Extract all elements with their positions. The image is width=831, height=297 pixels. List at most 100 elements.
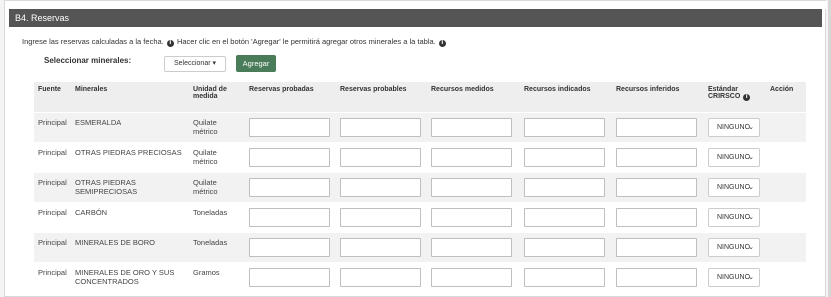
reservas-probadas-input[interactable] bbox=[249, 177, 330, 197]
estandar-select[interactable]: NINGUNO ⌄ bbox=[708, 207, 760, 227]
header-reservas-probadas: Reservas probadas bbox=[245, 82, 336, 113]
cell-unidad: Quilate métrico bbox=[189, 172, 245, 203]
header-recursos-inferidos: Recursos inferidos bbox=[612, 82, 704, 113]
reservas-probables-input[interactable] bbox=[340, 267, 421, 287]
estandar-select[interactable]: NINGUNO ⌄ bbox=[708, 147, 760, 167]
estandar-select-value: NINGUNO bbox=[717, 213, 751, 221]
estandar-select-value: NINGUNO bbox=[717, 153, 751, 161]
info-circle-icon[interactable]: i bbox=[166, 40, 174, 47]
reservas-probables-input[interactable] bbox=[340, 237, 421, 257]
header-unidad: Unidad de medida bbox=[189, 82, 245, 113]
cell-unidad: Quilate métrico bbox=[189, 142, 245, 173]
header-fuente: Fuente bbox=[34, 82, 71, 113]
instructions: Ingrese las reservas calculadas a la fec… bbox=[22, 37, 447, 47]
recursos-inferidos-input[interactable] bbox=[616, 177, 697, 197]
recursos-indicados-input[interactable] bbox=[524, 237, 605, 257]
reservas-probadas-input[interactable] bbox=[249, 207, 330, 227]
recursos-medidos-input[interactable] bbox=[431, 147, 512, 167]
section-title: B4. Reservas bbox=[15, 13, 70, 23]
estandar-select[interactable]: NINGUNO ⌄ bbox=[708, 177, 760, 197]
cell-fuente: Principal bbox=[34, 262, 71, 293]
table-header-row: Fuente Minerales Unidad de medida Reserv… bbox=[34, 82, 806, 113]
top-strip bbox=[5, 1, 827, 9]
recursos-medidos-input[interactable] bbox=[431, 207, 512, 227]
header-recursos-indicados: Recursos indicados bbox=[520, 82, 612, 113]
cell-accion bbox=[766, 262, 806, 293]
minerals-dropdown[interactable]: Seleccionar ▾ bbox=[164, 56, 226, 72]
cell-unidad: Toneladas bbox=[189, 202, 245, 233]
cell-mineral: CARBÓN bbox=[71, 202, 189, 233]
recursos-medidos-input[interactable] bbox=[431, 237, 512, 257]
instructions-text-1: Ingrese las reservas calculadas a la fec… bbox=[22, 37, 164, 46]
estandar-select[interactable]: NINGUNO ⌄ bbox=[708, 117, 760, 137]
estandar-select[interactable]: NINGUNO ⌄ bbox=[708, 267, 760, 287]
cell-fuente: Principal bbox=[34, 172, 71, 203]
estandar-select-value: NINGUNO bbox=[717, 273, 751, 281]
recursos-medidos-input[interactable] bbox=[431, 177, 512, 197]
chevron-down-icon: ⌄ bbox=[748, 153, 754, 161]
estandar-select[interactable]: NINGUNO ⌄ bbox=[708, 237, 760, 257]
recursos-inferidos-input[interactable] bbox=[616, 207, 697, 227]
recursos-indicados-input[interactable] bbox=[524, 267, 605, 287]
header-reservas-probables: Reservas probables bbox=[336, 82, 427, 113]
recursos-medidos-input[interactable] bbox=[431, 117, 512, 137]
select-minerals-label: Seleccionar minerales: bbox=[44, 56, 132, 65]
header-recursos-medidos: Recursos medidos bbox=[427, 82, 520, 113]
estandar-select-value: NINGUNO bbox=[717, 243, 751, 251]
cell-accion bbox=[766, 202, 806, 233]
instructions-text-2: Hacer clic en el botón 'Agregar' le perm… bbox=[176, 37, 436, 46]
table-row: Principal ESMERALDA Quilate métrico NING… bbox=[34, 112, 806, 143]
table-row: Principal MINERALES DE BORO Toneladas NI… bbox=[34, 232, 806, 263]
info-circle-icon[interactable]: i bbox=[438, 40, 446, 47]
reservas-probables-input[interactable] bbox=[340, 147, 421, 167]
header-estandar-label: Estándar CRIRSCO bbox=[708, 86, 741, 100]
chevron-down-icon: ⌄ bbox=[748, 273, 754, 281]
section-header: B4. Reservas bbox=[9, 9, 822, 27]
reservas-probadas-input[interactable] bbox=[249, 267, 330, 287]
header-estandar: Estándar CRIRSCO i bbox=[704, 82, 766, 113]
caret-down-icon: ▾ bbox=[212, 60, 217, 67]
cell-unidad: Gramos bbox=[189, 262, 245, 293]
add-button[interactable]: Agregar bbox=[236, 55, 276, 72]
reservas-probables-input[interactable] bbox=[340, 207, 421, 227]
chevron-down-icon: ⌄ bbox=[748, 123, 754, 131]
cell-mineral: OTRAS PIEDRAS PRECIOSAS bbox=[71, 142, 189, 173]
cell-mineral: OTRAS PIEDRAS SEMIPRECIOSAS bbox=[71, 172, 189, 203]
cell-accion bbox=[766, 112, 806, 143]
cell-mineral: ESMERALDA bbox=[71, 112, 189, 143]
reservas-probadas-input[interactable] bbox=[249, 117, 330, 137]
reservas-probadas-input[interactable] bbox=[249, 237, 330, 257]
cell-accion bbox=[766, 232, 806, 263]
minerals-dropdown-label: Seleccionar bbox=[173, 60, 211, 67]
cell-mineral: MINERALES DE ORO Y SUS CONCENTRADOS bbox=[71, 262, 189, 293]
estandar-select-value: NINGUNO bbox=[717, 183, 751, 191]
cell-fuente: Principal bbox=[34, 202, 71, 233]
recursos-inferidos-input[interactable] bbox=[616, 147, 697, 167]
cell-accion bbox=[766, 142, 806, 173]
info-circle-icon[interactable]: i bbox=[743, 94, 751, 101]
estandar-select-value: NINGUNO bbox=[717, 123, 751, 131]
recursos-indicados-input[interactable] bbox=[524, 177, 605, 197]
cell-unidad: Toneladas bbox=[189, 232, 245, 263]
recursos-indicados-input[interactable] bbox=[524, 117, 605, 137]
reserves-table: Fuente Minerales Unidad de medida Reserv… bbox=[34, 82, 806, 293]
chevron-down-icon: ⌄ bbox=[748, 183, 754, 191]
reservas-probadas-input[interactable] bbox=[249, 147, 330, 167]
reservas-probables-input[interactable] bbox=[340, 117, 421, 137]
cell-accion bbox=[766, 172, 806, 203]
header-minerales: Minerales bbox=[71, 82, 189, 113]
reservas-probables-input[interactable] bbox=[340, 177, 421, 197]
recursos-indicados-input[interactable] bbox=[524, 147, 605, 167]
cell-fuente: Principal bbox=[34, 112, 71, 143]
table-row: Principal CARBÓN Toneladas NINGUNO ⌄ bbox=[34, 202, 806, 233]
recursos-inferidos-input[interactable] bbox=[616, 267, 697, 287]
table-row: Principal MINERALES DE ORO Y SUS CONCENT… bbox=[34, 262, 806, 293]
recursos-inferidos-input[interactable] bbox=[616, 117, 697, 137]
recursos-medidos-input[interactable] bbox=[431, 267, 512, 287]
table-row: Principal OTRAS PIEDRAS SEMIPRECIOSAS Qu… bbox=[34, 172, 806, 203]
recursos-indicados-input[interactable] bbox=[524, 207, 605, 227]
cell-mineral: MINERALES DE BORO bbox=[71, 232, 189, 263]
recursos-inferidos-input[interactable] bbox=[616, 237, 697, 257]
chevron-down-icon: ⌄ bbox=[748, 243, 754, 251]
chevron-down-icon: ⌄ bbox=[748, 213, 754, 221]
